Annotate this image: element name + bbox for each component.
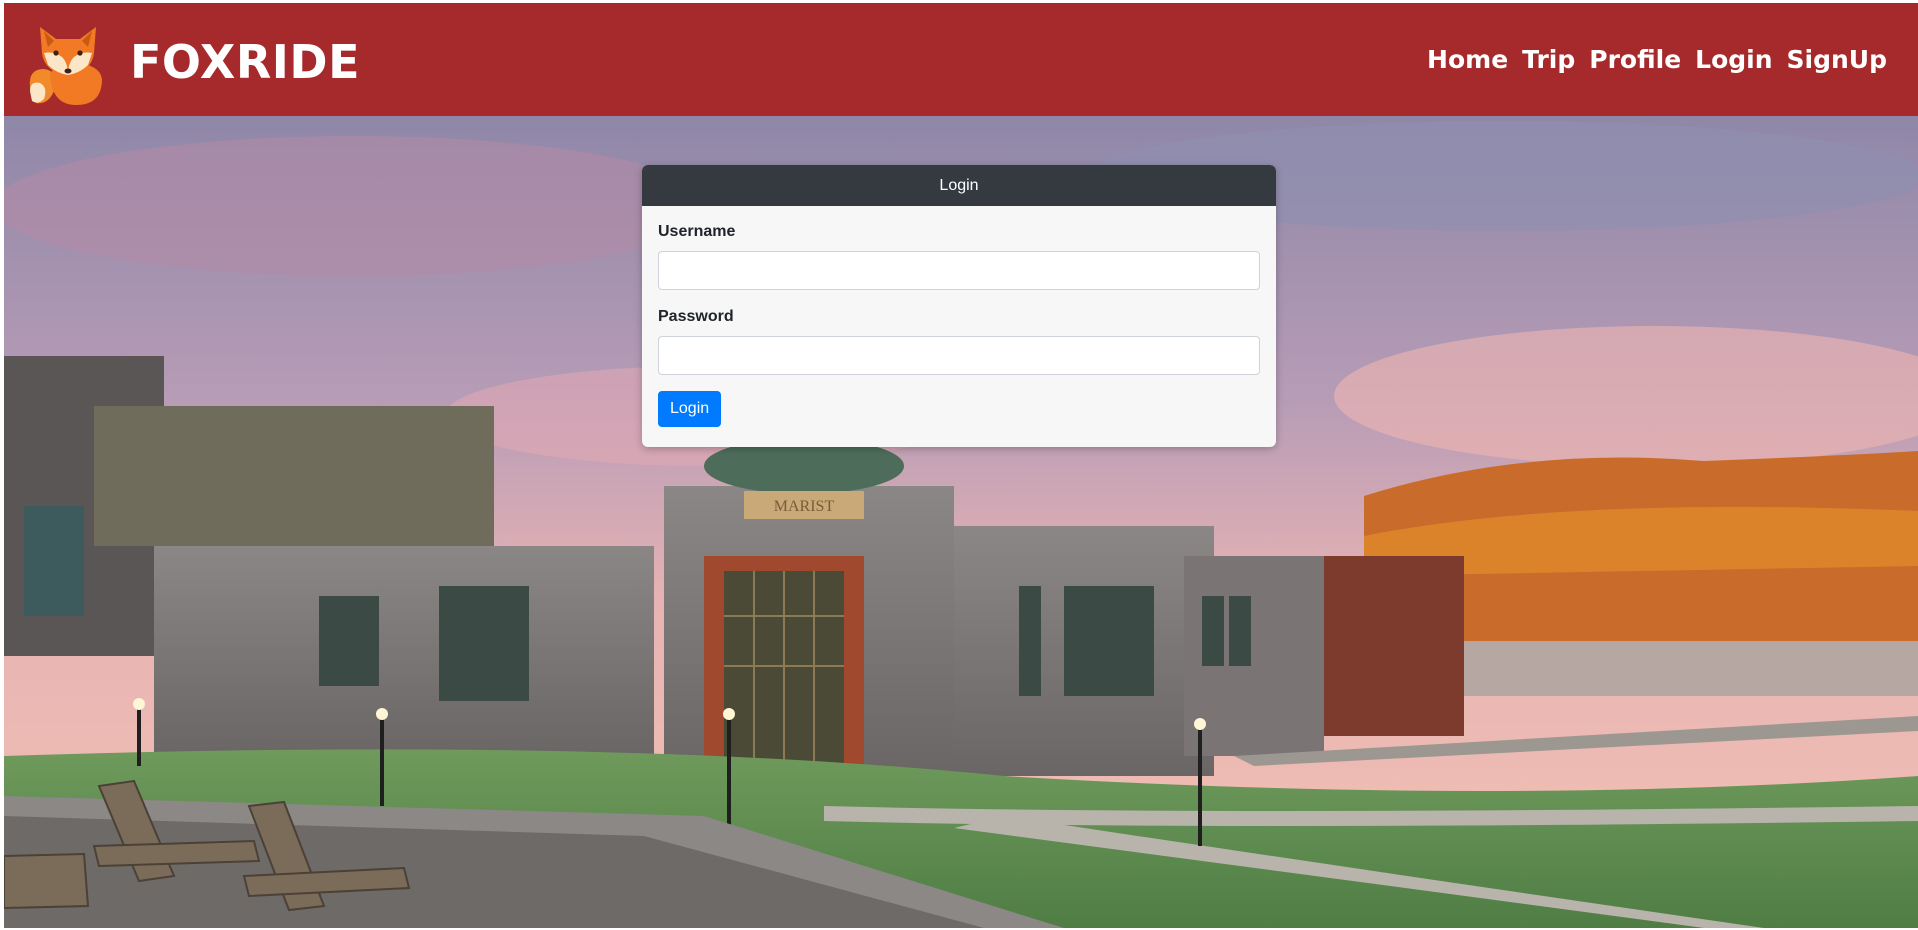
username-label: Username [658, 223, 736, 240]
login-card: Login Username Password Login [642, 165, 1276, 447]
login-form: Username Password Login [642, 206, 1276, 427]
login-card-title: Login [642, 165, 1276, 206]
password-group: Password [658, 308, 1260, 375]
nav-trip-link[interactable]: Trip [1522, 45, 1575, 74]
navbar: FOXRIDE Home Trip Profile Login SignUp [4, 3, 1918, 116]
nav-profile-link[interactable]: Profile [1589, 45, 1681, 74]
nav-home-link[interactable]: Home [1427, 45, 1508, 74]
nav-login-link[interactable]: Login [1695, 45, 1772, 74]
brand[interactable]: FOXRIDE [26, 17, 360, 107]
login-submit-button[interactable]: Login [658, 391, 722, 427]
username-input[interactable] [658, 251, 1260, 290]
username-group: Username [658, 223, 1260, 290]
brand-name: FOXRIDE [130, 35, 360, 89]
page-frame: FOXRIDE Home Trip Profile Login SignUp M… [4, 3, 1918, 928]
fox-logo-icon [29, 27, 102, 105]
building-sign: MARIST [774, 498, 835, 515]
password-label: Password [658, 308, 734, 325]
main-nav: Home Trip Profile Login SignUp [1427, 45, 1887, 74]
nav-signup-link[interactable]: SignUp [1787, 45, 1887, 74]
password-input[interactable] [658, 336, 1260, 375]
